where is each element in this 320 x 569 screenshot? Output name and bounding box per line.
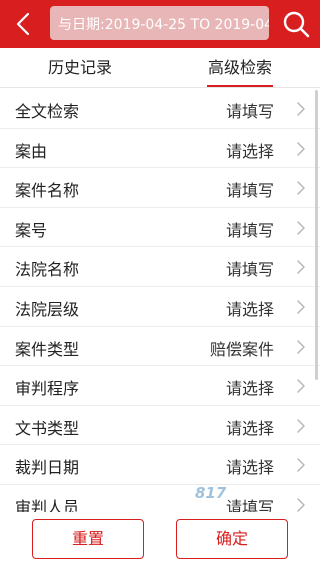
- form-row[interactable]: 案件名称 请填写: [0, 168, 320, 208]
- field-value: 请选择: [225, 418, 274, 438]
- field-label: 文书类型: [15, 418, 80, 438]
- bottom-action-bar: 重置 确定: [0, 512, 320, 569]
- field-label: 法院层级: [15, 299, 80, 319]
- form-row[interactable]: 案号 请填写: [0, 207, 320, 248]
- search-icon[interactable]: [281, 9, 311, 39]
- form-row[interactable]: 法院名称 请填写: [0, 247, 320, 287]
- reset-button[interactable]: 重置: [32, 519, 144, 559]
- chevron-right-icon: [297, 419, 305, 433]
- form-row[interactable]: 法院层级 请选择: [0, 286, 320, 327]
- field-value: 请填写: [225, 260, 274, 280]
- field-label: 审判程序: [15, 379, 80, 399]
- chevron-right-icon: [297, 339, 305, 354]
- chevron-right-icon: [297, 379, 305, 393]
- chevron-right-icon: [297, 498, 305, 512]
- scrollbar[interactable]: [315, 90, 318, 380]
- form-row[interactable]: 审判程序 请选择: [0, 366, 320, 406]
- chevron-right-icon: [297, 458, 305, 473]
- search-query-text: 与日期:2019-04-25 TO 2019-04-26: [58, 17, 269, 33]
- tab-advanced-search[interactable]: 高级检索: [160, 48, 320, 88]
- chevron-right-icon: [297, 181, 305, 195]
- chevron-right-icon: [297, 300, 305, 314]
- search-field-list: 全文检索 请填写 案由 请选择 案件名称 请填写 案号 请填写 法院名称 请填写 法院层级 请选择 案件…: [0, 89, 320, 525]
- form-row[interactable]: 案件类型 赔偿案件: [0, 326, 320, 367]
- field-label: 案号: [15, 220, 48, 240]
- field-value: 请填写: [225, 220, 274, 240]
- top-app-bar: 与日期:2019-04-25 TO 2019-04-26: [0, 0, 320, 48]
- field-label: 案由: [15, 141, 48, 161]
- field-value: 请选择: [225, 299, 274, 319]
- field-label: 全文检索: [15, 102, 80, 121]
- search-query-field[interactable]: 与日期:2019-04-25 TO 2019-04-26: [50, 6, 269, 40]
- back-icon[interactable]: [10, 10, 38, 38]
- chevron-right-icon: [297, 221, 305, 235]
- field-value: 请选择: [225, 458, 274, 478]
- active-tab-indicator: [207, 85, 273, 87]
- field-value: 赔偿案件: [209, 339, 274, 359]
- field-label: 案件类型: [15, 339, 80, 359]
- tab-bar: 历史记录 高级检索: [0, 48, 320, 88]
- chevron-right-icon: [297, 260, 305, 275]
- form-row[interactable]: 全文检索 请填写: [0, 89, 320, 129]
- tab-history[interactable]: 历史记录: [0, 48, 160, 88]
- form-row[interactable]: 文书类型 请选择: [0, 405, 320, 446]
- form-row[interactable]: 案由 请选择: [0, 128, 320, 169]
- field-value: 请填写: [225, 102, 274, 121]
- field-label: 案件名称: [15, 181, 80, 201]
- field-value: 请选择: [225, 379, 274, 399]
- field-value: 请选择: [225, 141, 274, 161]
- field-value: 请填写: [225, 181, 274, 201]
- chevron-right-icon: [297, 102, 305, 116]
- field-label: 法院名称: [15, 260, 80, 280]
- confirm-button[interactable]: 确定: [176, 519, 288, 559]
- form-row[interactable]: 裁判日期 请选择: [0, 445, 320, 485]
- field-label: 裁判日期: [15, 458, 80, 478]
- watermark-logo: 817: [195, 484, 227, 502]
- chevron-right-icon: [297, 141, 305, 156]
